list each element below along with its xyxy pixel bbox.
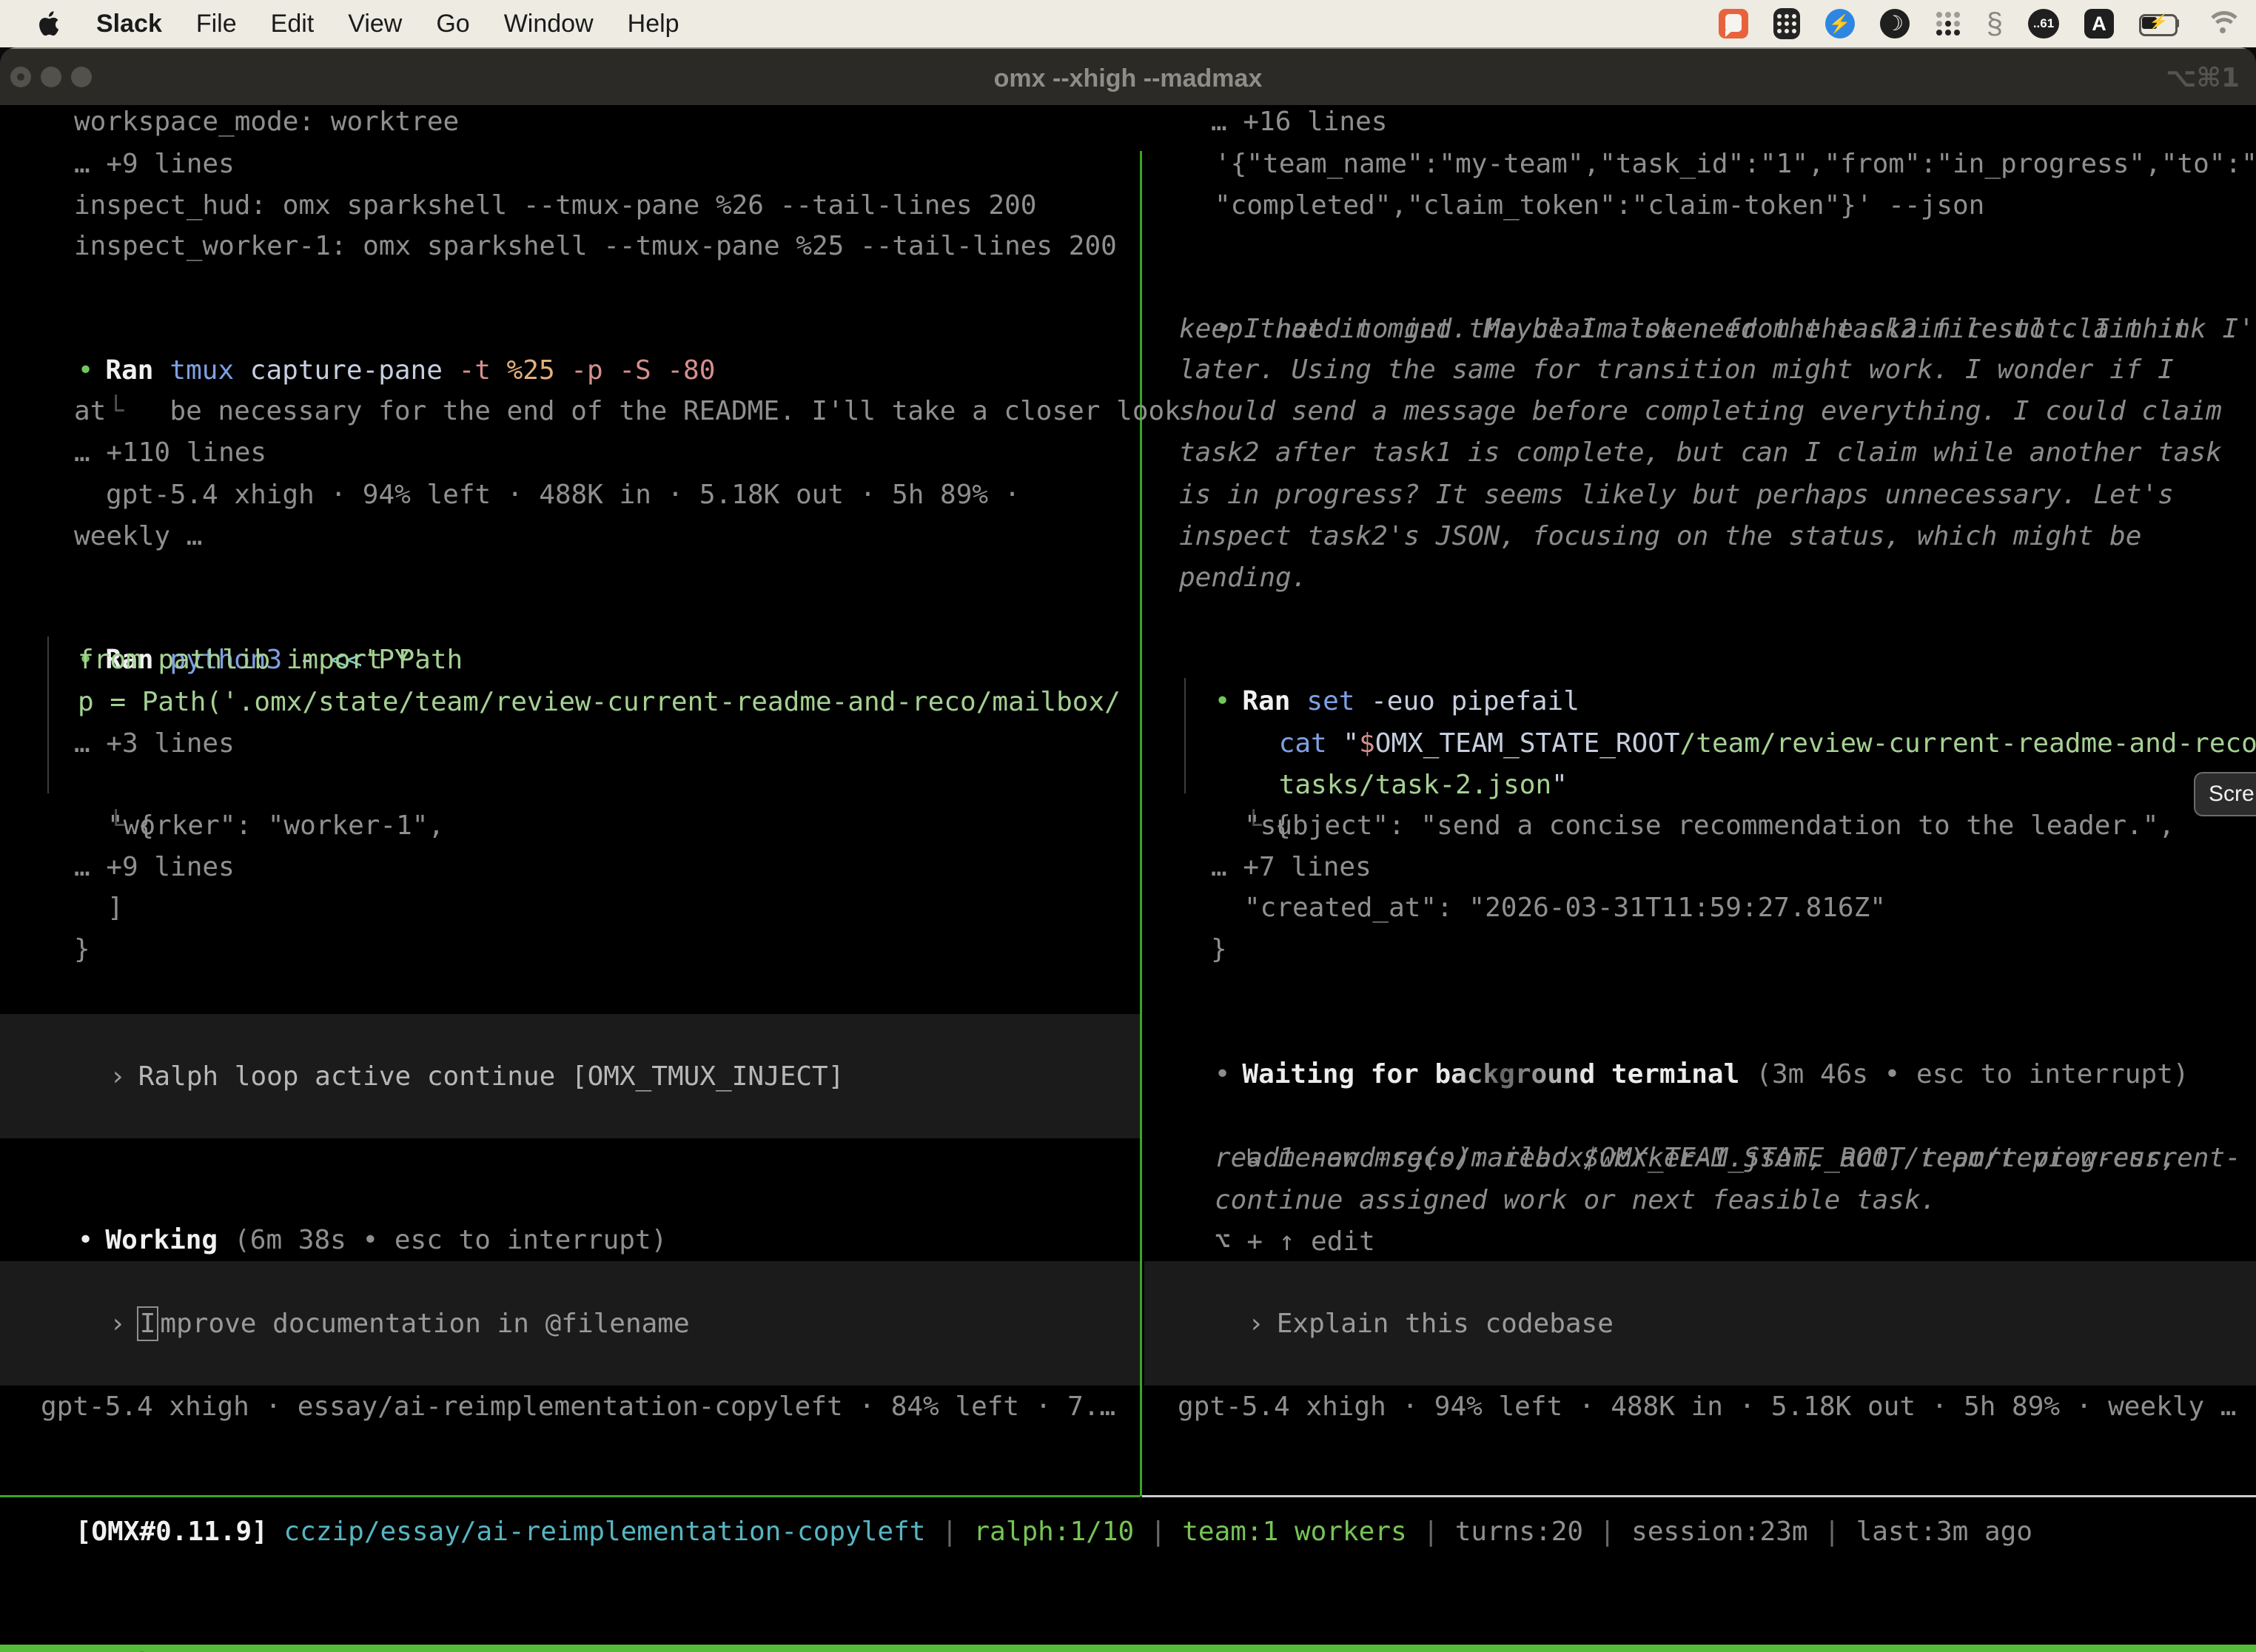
right-session-status: gpt-5.4 xhigh · 94% left · 488K in · 5.1… [1178, 1386, 2236, 1428]
window-titlebar[interactable]: omx --xhigh --madmax ⌥⌘1 [0, 47, 2256, 105]
left-run-python-output: "worker": "worker-1", [107, 805, 444, 847]
right-json-line: '{"team_name":"my-team","task_id":"1","f… [1215, 144, 2256, 185]
keypad-icon[interactable] [1935, 10, 1961, 37]
working-bullet-icon: • [78, 1225, 94, 1255]
left-run-tmux-output: … +110 lines [74, 432, 266, 474]
thought-line: should send a message before completing … [1179, 391, 2222, 432]
menu-bar: Slack File Edit View Go Window Help ⚡ ☾ … [0, 0, 2256, 47]
left-run-python-output: } [74, 929, 90, 970]
left-run-tmux-output: gpt-5.4 xhigh · 94% left · 488K in · 5.1… [106, 474, 1020, 516]
apple-icon [38, 10, 62, 38]
waiting-bullet-icon: • [1215, 1059, 1231, 1089]
thought-line: task2 after task1 is complete, but can I… [1179, 432, 2222, 474]
prompt-placeholder: Explain this codebase [1277, 1309, 1614, 1339]
menu-item-help[interactable]: Help [628, 10, 679, 38]
menu-app-name[interactable]: Slack [96, 10, 162, 38]
omx-team-counter: team:1 workers [1182, 1517, 1406, 1547]
right-more-lines: … +16 lines [1211, 101, 1387, 143]
right-json-line: "completed","claim_token":"claim-token"}… [1215, 185, 1984, 226]
left-run-python-output: ] [107, 887, 124, 929]
moon-icon[interactable]: ☾ [1880, 9, 1910, 38]
terminal-window: omx --xhigh --madmax ⌥⌘1 workspace_mode:… [0, 47, 2256, 1652]
corner-icon: └ [108, 396, 124, 426]
ralph-status-band: ›Ralph loop active continue [OMX_TMUX_IN… [0, 1014, 1140, 1138]
right-run-output: "created_at": "2026-03-31T11:59:27.816Z" [1244, 887, 1886, 929]
window-title: omx --xhigh --madmax [0, 49, 2256, 105]
apple-menu[interactable] [38, 10, 62, 38]
left-intro-line: … +9 lines [74, 144, 235, 185]
window-shortcut-hint: ⌥⌘1 [2166, 49, 2240, 105]
tmux-status-bar: [omx-cczip0:bash* "MacBook-Pro-44.local"… [0, 1645, 2256, 1652]
menu-item-edit[interactable]: Edit [271, 10, 315, 38]
app-window-icon[interactable] [1719, 9, 1748, 38]
omx-version: [OMX#0.11.9] [75, 1517, 268, 1547]
left-prompt-input-band[interactable]: › Improve documentation in @filename [0, 1261, 1140, 1386]
left-intro-line: workspace_mode: worktree [74, 101, 459, 143]
omx-status-line: [OMX#0.11.9] cczip/essay/ai-reimplementa… [11, 1470, 2032, 1594]
waiting-label: Waiting for background terminal [1242, 1059, 1739, 1089]
passwords-icon[interactable] [1773, 8, 1800, 39]
left-session-status: gpt-5.4 xhigh · essay/ai-reimplementatio… [41, 1386, 1115, 1428]
text-cursor: I [137, 1306, 159, 1341]
omx-turns: turns:20 [1455, 1517, 1583, 1547]
edit-hint: ⌥ + ↑ edit [1215, 1221, 1375, 1263]
menu-item-window[interactable]: Window [504, 10, 594, 38]
python-code-more: … +3 lines [74, 723, 235, 765]
status-icons: ⚡ ☾ § ..61 A ⚡ [1719, 7, 2256, 41]
right-prompt-input-band[interactable]: › Explain this codebase [1144, 1261, 2256, 1386]
countdown-badge-icon[interactable]: ..61 [2028, 9, 2059, 38]
thought-line: keep that in mind. Maybe I also need the… [1179, 309, 2189, 350]
thought-line: later. Using the same for transition mig… [1179, 349, 2174, 391]
hook-icon[interactable]: § [1987, 7, 2003, 41]
omx-session-time: session:23m [1631, 1517, 1807, 1547]
working-meta: (6m 38s • esc to interrupt) [234, 1225, 667, 1255]
bolt-icon[interactable]: ⚡ [1825, 9, 1855, 38]
left-intro-line: inspect_worker-1: omx sparkshell --tmux-… [74, 226, 1117, 267]
inbox-message-line: readme-and-reco/mailbox/worker-1.json, a… [1215, 1138, 2177, 1179]
left-intro-line: inspect_hud: omx sparkshell --tmux-pane … [74, 185, 1036, 226]
omx-project: cczip/essay/ai-reimplementation-copyleft [268, 1517, 926, 1547]
prompt-chevron-icon: › [110, 1309, 126, 1339]
battery-icon[interactable]: ⚡ [2139, 14, 2182, 33]
input-source-icon[interactable]: A [2084, 9, 2114, 38]
right-run-output: … +7 lines [1211, 847, 1372, 888]
prompt-chevron-icon: › [110, 1061, 126, 1092]
right-run-output: } [1211, 929, 1227, 970]
thought-line: inspect task2's JSON, focusing on the st… [1179, 516, 2141, 557]
waiting-meta: (3m 46s • esc to interrupt) [1756, 1059, 2189, 1089]
thought-line: is in progress? It seems likely but perh… [1179, 474, 2174, 516]
python-code-line: from pathlib import Path [78, 639, 463, 681]
inbox-message-line: continue assigned work or next feasible … [1215, 1180, 1936, 1221]
omx-ralph-counter: ralph:1/10 [973, 1517, 1134, 1547]
python-code-line: p = Path('.omx/state/team/review-current… [78, 682, 1121, 723]
left-run-tmux-output: at [74, 391, 106, 432]
left-run-tmux-output: weekly … [74, 516, 202, 557]
right-run-output: "subject": "send a concise recommendatio… [1244, 805, 2175, 847]
menu-item-file[interactable]: File [196, 10, 237, 38]
omx-last-activity: last:3m ago [1856, 1517, 2032, 1547]
prompt-chevron-icon: › [1248, 1309, 1264, 1339]
thought-line: pending. [1179, 557, 1307, 599]
wifi-icon[interactable] [2207, 11, 2241, 36]
menu-item-go[interactable]: Go [436, 10, 469, 38]
left-run-python-output: … +9 lines [74, 847, 235, 888]
prompt-placeholder: mprove documentation in @filename [160, 1309, 689, 1339]
working-label: Working [105, 1225, 218, 1255]
screen-tooltip[interactable]: Scre [2194, 772, 2256, 816]
menu-item-view[interactable]: View [348, 10, 402, 38]
